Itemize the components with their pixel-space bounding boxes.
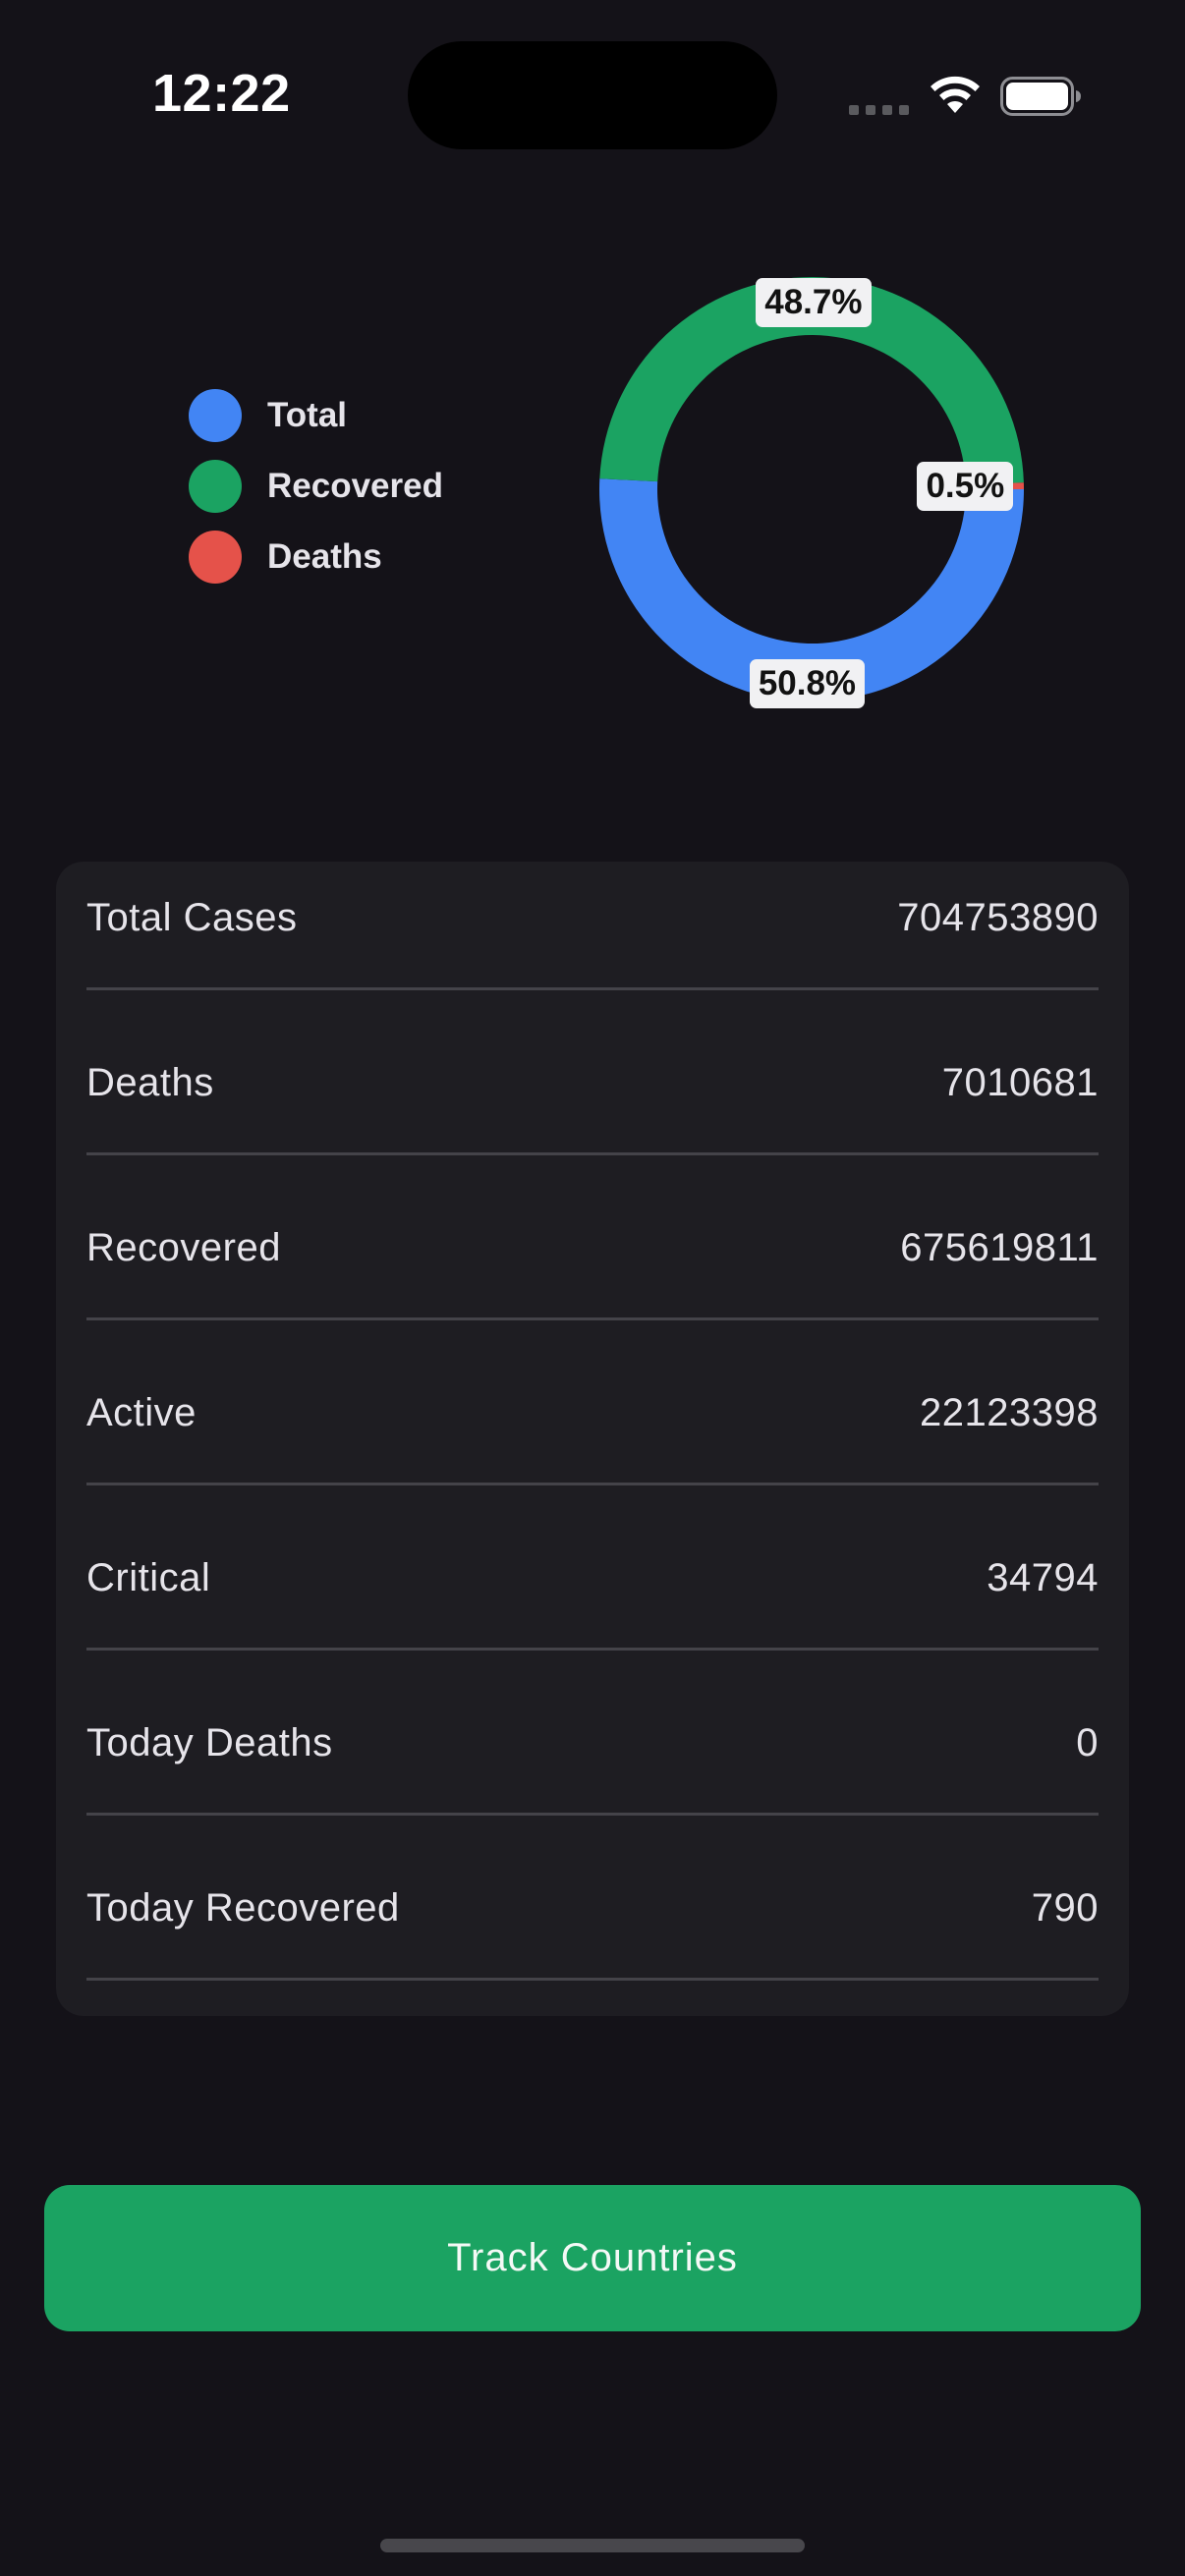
wifi-icon [931, 76, 980, 113]
legend-swatch [189, 389, 242, 442]
legend-item-deaths: Deaths [189, 531, 443, 584]
divider [86, 1978, 1099, 1981]
stat-value: 7010681 [941, 1061, 1099, 1104]
stat-row-today-deaths: Today Deaths 0 [86, 1687, 1099, 1852]
stat-value: 675619811 [900, 1226, 1099, 1269]
status-time: 12:22 [152, 64, 291, 123]
stat-label: Today Recovered [86, 1886, 400, 1930]
stat-value: 704753890 [897, 896, 1099, 939]
stats-card: Total Cases 704753890 Deaths 7010681 Rec… [56, 862, 1129, 2016]
stat-label: Today Deaths [86, 1721, 333, 1764]
stat-label: Recovered [86, 1226, 281, 1269]
stat-value: 790 [1031, 1886, 1099, 1930]
slice-label-total: 50.8% [749, 659, 866, 709]
divider [86, 987, 1099, 990]
donut-chart: 50.8% 48.7% 0.5% [580, 257, 1044, 721]
legend-label: Total [267, 396, 348, 434]
legend-label: Deaths [267, 537, 382, 576]
track-countries-button[interactable]: Track Countries [44, 2185, 1141, 2331]
legend-swatch [189, 460, 242, 513]
track-countries-button-label: Track Countries [447, 2236, 738, 2279]
divider [86, 1648, 1099, 1651]
stat-row-total-cases: Total Cases 704753890 [86, 862, 1099, 1027]
divider [86, 1317, 1099, 1320]
divider [86, 1152, 1099, 1155]
stat-row-recovered: Recovered 675619811 [86, 1192, 1099, 1357]
chart-legend: Total Recovered Deaths [189, 389, 443, 601]
stat-value: 0 [1076, 1721, 1099, 1764]
stat-value: 22123398 [920, 1391, 1099, 1434]
battery-icon [1000, 77, 1081, 116]
legend-item-recovered: Recovered [189, 460, 443, 513]
status-bar: 12:22 [0, 0, 1185, 196]
stat-label: Total Cases [86, 896, 298, 939]
slice-label-recovered: 48.7% [756, 277, 872, 327]
stat-row-active: Active 22123398 [86, 1357, 1099, 1522]
divider [86, 1483, 1099, 1485]
stat-label: Critical [86, 1556, 211, 1599]
home-indicator [380, 2539, 805, 2552]
stat-label: Active [86, 1391, 197, 1434]
divider [86, 1813, 1099, 1816]
dynamic-island [408, 41, 777, 149]
stat-label: Deaths [86, 1061, 214, 1104]
stat-row-deaths: Deaths 7010681 [86, 1027, 1099, 1192]
legend-swatch [189, 531, 242, 584]
legend-label: Recovered [267, 467, 443, 505]
stat-row-critical: Critical 34794 [86, 1522, 1099, 1687]
stat-value: 34794 [987, 1556, 1099, 1599]
slice-label-deaths: 0.5% [917, 462, 1014, 512]
legend-item-total: Total [189, 389, 443, 442]
cellular-signal-icon [849, 105, 909, 115]
stat-row-today-recovered: Today Recovered 790 [86, 1852, 1099, 2017]
